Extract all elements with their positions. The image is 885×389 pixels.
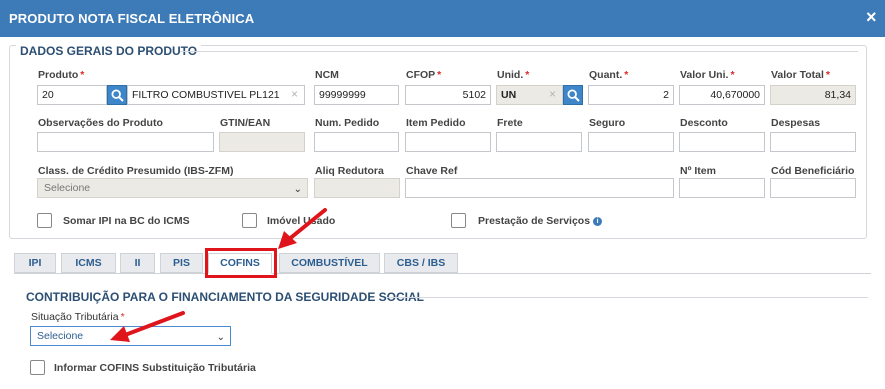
produto-search-button[interactable]: [107, 85, 127, 105]
chave-ref-label: Chave Ref: [406, 165, 458, 177]
frete-label: Frete: [497, 117, 523, 129]
cofins-st-label: Informar COFINS Substituição Tributária: [54, 362, 256, 374]
valor-total-input: 81,34: [770, 85, 856, 105]
quant-input[interactable]: 2: [588, 85, 674, 105]
cfop-input[interactable]: 5102: [405, 85, 491, 105]
unid-label: Unid. *: [497, 69, 530, 81]
class-credito-label: Class. de Crédito Presumido (IBS-ZFM): [38, 165, 234, 177]
n-item-input[interactable]: [679, 178, 765, 198]
unid-clear-icon[interactable]: ×: [549, 87, 556, 101]
situacao-tributaria-select[interactable]: Selecione ⌄: [30, 326, 231, 346]
desconto-label: Desconto: [680, 117, 728, 129]
seguro-input[interactable]: [588, 132, 674, 152]
cofins-section-title: CONTRIBUIÇÃO PARA O FINANCIAMENTO DA SEG…: [26, 290, 425, 304]
produto-label: Produto *: [38, 69, 85, 81]
despesas-input[interactable]: [770, 132, 856, 152]
observacoes-label: Observações do Produto: [38, 117, 163, 129]
window-titlebar: PRODUTO NOTA FISCAL ELETRÔNICA ×: [0, 0, 885, 37]
ncm-label: NCM: [315, 69, 339, 81]
info-icon[interactable]: i: [593, 217, 603, 226]
situacao-tributaria-label: Situação Tributária *: [31, 311, 125, 323]
produto-code-input[interactable]: 20: [37, 85, 107, 105]
produto-clear-icon[interactable]: ×: [291, 87, 298, 101]
seguro-label: Seguro: [589, 117, 626, 129]
observacoes-input[interactable]: [37, 132, 214, 152]
chevron-down-icon: ⌄: [293, 184, 302, 195]
aliq-redutora-input: [314, 178, 400, 198]
tabs-divider: [14, 273, 871, 274]
desconto-input[interactable]: [679, 132, 765, 152]
situacao-tributaria-value: Selecione: [37, 330, 84, 342]
tab-icms[interactable]: ICMS: [61, 253, 116, 273]
cofins-section-divider: [386, 297, 868, 298]
cofins-st-checkbox[interactable]: [30, 360, 45, 375]
produto-description-input[interactable]: FILTRO COMBUSTIVEL PL121: [127, 85, 305, 105]
imovel-usado-label: Imóvel Usado: [267, 215, 336, 227]
cod-beneficiario-input[interactable]: [770, 178, 856, 198]
imovel-usado-checkbox[interactable]: [242, 213, 257, 228]
class-credito-value: Selecione: [44, 182, 91, 194]
frete-input[interactable]: [496, 132, 582, 152]
somar-ipi-checkbox[interactable]: [37, 213, 52, 228]
class-credito-select[interactable]: Selecione ⌄: [37, 178, 308, 198]
tab-ii[interactable]: II: [120, 253, 155, 273]
unid-search-button[interactable]: [563, 85, 583, 105]
somar-ipi-label: Somar IPI na BC do ICMS: [63, 215, 190, 227]
item-pedido-label: Item Pedido: [406, 117, 466, 129]
quant-label: Quant. *: [589, 69, 629, 81]
ncm-input[interactable]: 99999999: [314, 85, 399, 105]
valor-uni-label: Valor Uni. *: [680, 69, 735, 81]
gtin-input: [219, 132, 305, 152]
prestacao-servicos-checkbox[interactable]: [451, 213, 466, 228]
tab-pis[interactable]: PIS: [160, 253, 203, 273]
despesas-label: Despesas: [771, 117, 821, 129]
cod-beneficiario-label: Cód Beneficiário: [771, 165, 855, 177]
general-data-legend: DADOS GERAIS DO PRODUTO: [16, 44, 202, 58]
num-pedido-input[interactable]: [314, 132, 399, 152]
legend-divider: [180, 51, 858, 52]
search-icon: [567, 89, 580, 102]
window-title: PRODUTO NOTA FISCAL ELETRÔNICA: [9, 11, 255, 26]
aliq-redutora-label: Aliq Redutora: [315, 165, 384, 177]
valor-uni-input[interactable]: 40,670000: [679, 85, 765, 105]
tab-combustivel[interactable]: COMBUSTÍVEL: [279, 253, 380, 273]
chevron-down-icon: ⌄: [216, 332, 225, 343]
close-icon[interactable]: ×: [866, 8, 877, 26]
chave-ref-input[interactable]: [405, 178, 674, 198]
item-pedido-input[interactable]: [405, 132, 491, 152]
tab-cbs-ibs[interactable]: CBS / IBS: [384, 253, 458, 273]
gtin-label: GTIN/EAN: [220, 117, 271, 129]
tab-ipi[interactable]: IPI: [14, 253, 56, 273]
valor-total-label: Valor Total *: [771, 69, 830, 81]
search-icon: [111, 89, 124, 102]
prestacao-servicos-label: Prestação de Serviços i: [478, 215, 603, 227]
cofins-tab-highlight: [205, 248, 277, 278]
num-pedido-label: Num. Pedido: [315, 117, 380, 129]
n-item-label: Nº Item: [680, 165, 716, 177]
cfop-label: CFOP *: [406, 69, 442, 81]
